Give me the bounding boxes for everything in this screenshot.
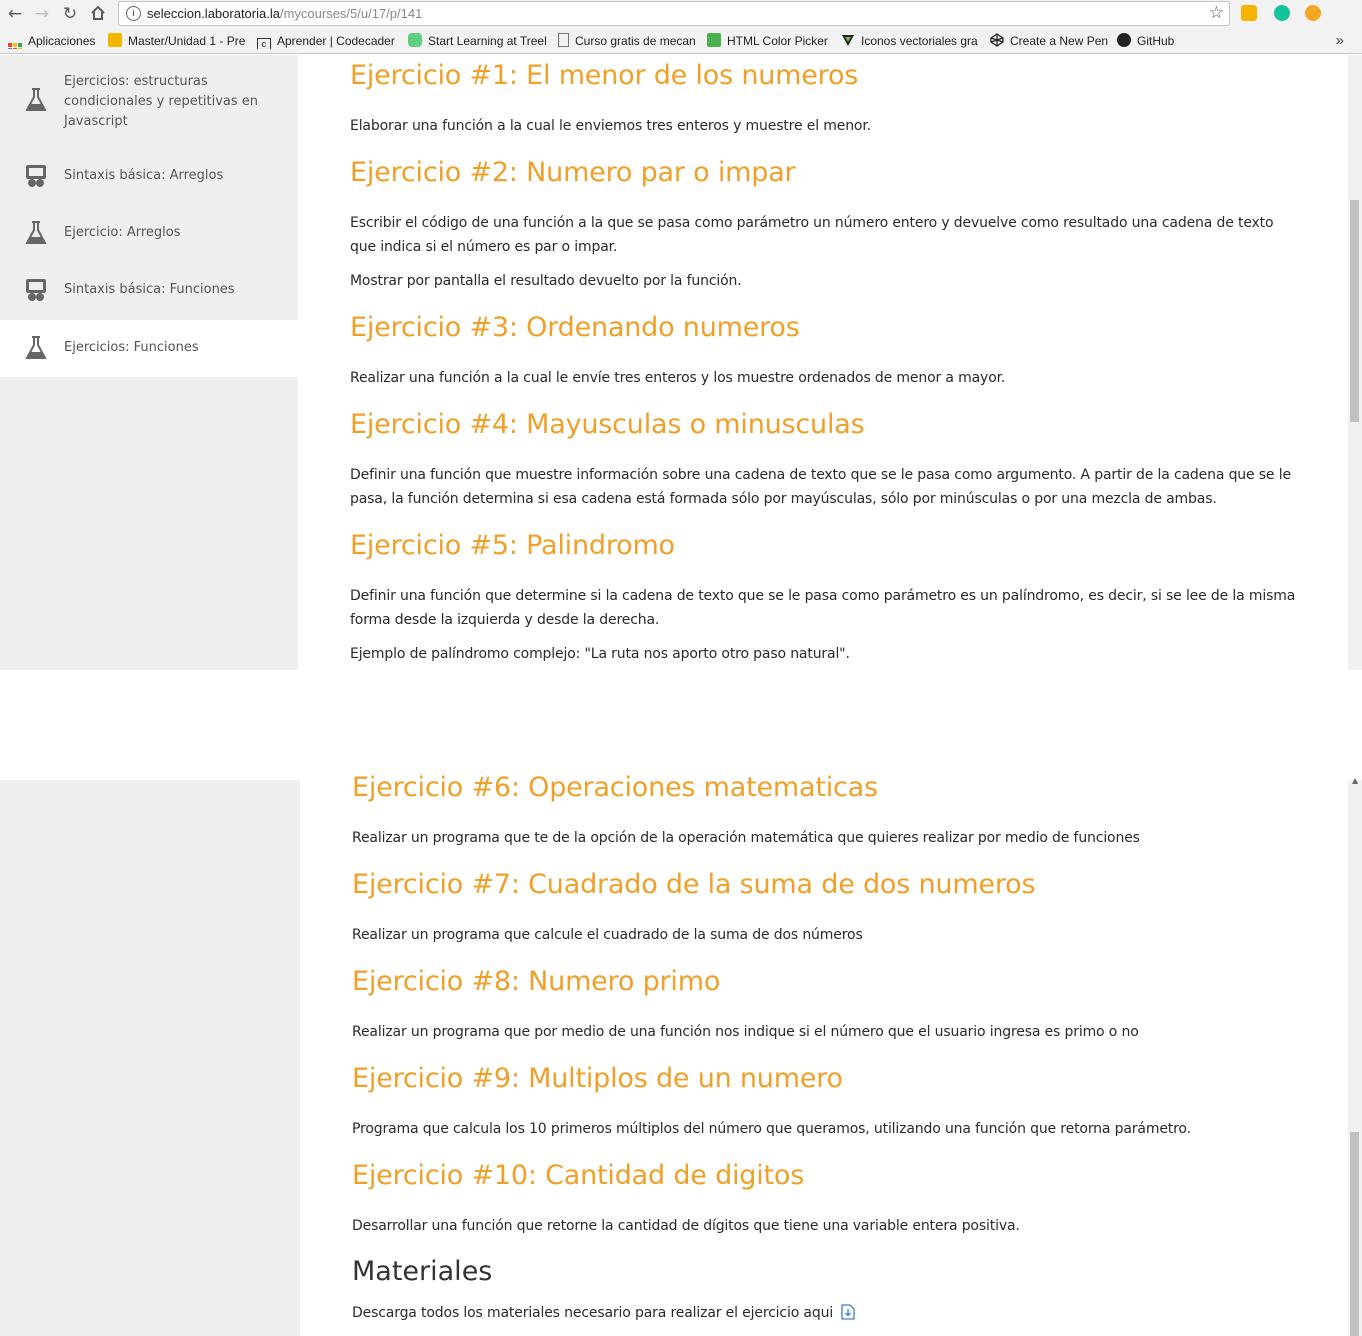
materials-text: Descarga todos los materiales necesario … — [352, 1301, 1302, 1328]
exercise-title: Ejercicio #1: El menor de los numeros — [350, 60, 859, 91]
bookmarks-bar: Aplicaciones Master/Unidad 1 - Pre c Apre… — [0, 28, 1362, 54]
exercise-title: Ejercicio #5: Palindromo — [350, 530, 675, 561]
exercise-description: Definir una función que muestre informac… — [350, 467, 1291, 507]
exercise-description: Desarrollar una función que retorne la c… — [352, 1218, 1020, 1234]
extension-key-icon[interactable] — [1305, 5, 1321, 21]
exercise-description: Definir una función que determine si la … — [350, 588, 1296, 628]
exercise-title: Ejercicio #4: Mayusculas o minusculas — [350, 409, 865, 440]
apps-grid-icon — [8, 43, 22, 49]
bookmark-html-color-picker[interactable]: HTML Color Picker — [707, 33, 833, 49]
scrollbar-upper[interactable] — [1348, 55, 1362, 670]
site-info-icon[interactable]: i — [126, 6, 141, 21]
scrollbar-lower[interactable] — [1348, 780, 1362, 1336]
bookmark-curso-mecanografia[interactable]: Curso gratis de mecan — [558, 33, 696, 49]
vector-icon — [841, 33, 855, 47]
sidebar-item-label: Sintaxis básica: Arreglos — [64, 168, 224, 183]
capture-gap — [0, 670, 1362, 780]
exercise-description: Programa que calcula los 10 primeros múl… — [352, 1121, 1191, 1137]
colorpicker-icon — [707, 33, 721, 47]
exercise-title: Ejercicio #2: Numero par o impar — [350, 157, 796, 188]
exercise-title: Ejercicio #6: Operaciones matematicas — [352, 772, 878, 803]
exercise-description: Elaborar una función a la cual le enviem… — [350, 118, 871, 134]
course-sidebar: Ejercicios: estructuras condicionales y … — [0, 55, 298, 670]
bookmark-github[interactable]: GitHub — [1117, 33, 1187, 49]
exercise-description: Escribir el código de una función a la q… — [350, 215, 1274, 255]
exercise-description: Mostrar por pantalla el resultado devuel… — [350, 273, 742, 289]
exercise-description: Realizar una función a la cual le envíe … — [350, 370, 1006, 386]
exercise-description: Ejemplo de palíndromo complejo: "La ruta… — [350, 646, 850, 662]
flask-icon — [25, 336, 47, 359]
codepen-icon — [990, 33, 1004, 47]
bookmark-codepen[interactable]: Create a New Pen — [990, 33, 1110, 49]
download-file-icon[interactable] — [841, 1304, 856, 1328]
scrollbar-thumb[interactable] — [1350, 200, 1359, 422]
page-icon — [558, 33, 569, 47]
exercise-description: Realizar un programa que por medio de un… — [352, 1024, 1139, 1040]
exercise-title: Ejercicio #3: Ordenando numeros — [350, 312, 800, 343]
grammarly-icon[interactable] — [1274, 5, 1290, 21]
address-bar[interactable]: i seleccion.laboratoria.la/mycourses/5/u… — [118, 1, 1230, 26]
exercise-title: Ejercicio #9: Multiplos de un numero — [352, 1063, 843, 1094]
browser-toolbar: ← → ↻ i seleccion.laboratoria.la/mycours… — [0, 0, 1362, 28]
sidebar-item-label: Ejercicios: estructuras — [64, 74, 208, 89]
flask-icon — [25, 88, 47, 111]
github-icon — [1117, 33, 1131, 47]
exercise-description: Realizar un programa que te de la opción… — [352, 830, 1140, 846]
exercise-title: Ejercicio #8: Numero primo — [352, 966, 721, 997]
sidebar-item-label: Javascript — [64, 114, 128, 129]
materials-description: Descarga todos los materiales necesario … — [352, 1305, 834, 1321]
exercise-title: Ejercicio #10: Cantidad de digitos — [352, 1160, 805, 1191]
scrollbar-thumb[interactable] — [1350, 1132, 1359, 1336]
exercise-title: Ejercicio #7: Cuadrado de la suma de dos… — [352, 869, 1036, 900]
sidebar-item-ejercicios-funciones[interactable]: Ejercicios: Funciones — [0, 320, 298, 377]
extension-wrench-icon[interactable] — [1241, 5, 1257, 21]
bookmark-aplicaciones[interactable]: Aplicaciones — [8, 33, 100, 49]
bookmark-iconos-vectoriales[interactable]: Iconos vectoriales gra — [841, 33, 979, 49]
url-text[interactable]: seleccion.laboratoria.la/mycourses/5/u/1… — [147, 6, 422, 22]
codecademy-icon: c — [257, 38, 271, 49]
forward-arrow-icon[interactable]: → — [32, 4, 52, 24]
slides-icon — [26, 279, 46, 301]
sidebar-item-sintaxis-funciones[interactable]: Sintaxis básica: Funciones — [0, 261, 298, 318]
sidebar-item-label: Ejercicio: Arreglos — [64, 225, 181, 240]
bookmark-star-icon[interactable]: ☆ — [1209, 3, 1224, 23]
capture-gap-nub — [0, 770, 24, 780]
sidebar-item-label: Sintaxis básica: Funciones — [64, 282, 235, 297]
sidebar-item-ejercicios-estructuras[interactable]: Ejercicios: estructuras condicionales y … — [0, 55, 298, 147]
scroll-up-arrow-icon[interactable]: ▲ — [1352, 776, 1358, 785]
exercise-description: Realizar un programa que calcule el cuad… — [352, 927, 863, 943]
sidebar-item-ejercicio-arreglos[interactable]: Ejercicio: Arreglos — [0, 204, 298, 261]
back-arrow-icon[interactable]: ← — [5, 4, 25, 24]
bookmark-master-unidad[interactable]: Master/Unidad 1 - Pre — [108, 33, 246, 49]
slides-icon — [26, 165, 46, 187]
home-icon[interactable] — [88, 4, 108, 24]
reload-icon[interactable]: ↻ — [60, 4, 80, 24]
bookmark-codecademy[interactable]: c Aprender | Codecader — [257, 33, 397, 49]
sidebar-item-sintaxis-arreglos[interactable]: Sintaxis básica: Arreglos — [0, 147, 298, 204]
course-sidebar-lower — [0, 780, 300, 1336]
treehouse-icon — [408, 33, 422, 47]
bookmark-treehouse[interactable]: Start Learning at Treeh — [408, 33, 546, 49]
sidebar-item-label: condicionales y repetitivas en — [64, 94, 258, 109]
folder-icon — [108, 33, 122, 47]
sidebar-item-label: Ejercicios: Funciones — [64, 340, 199, 355]
materials-heading: Materiales — [352, 1256, 493, 1287]
flask-icon — [25, 221, 47, 244]
bookmarks-overflow-icon[interactable]: » — [1336, 31, 1344, 51]
